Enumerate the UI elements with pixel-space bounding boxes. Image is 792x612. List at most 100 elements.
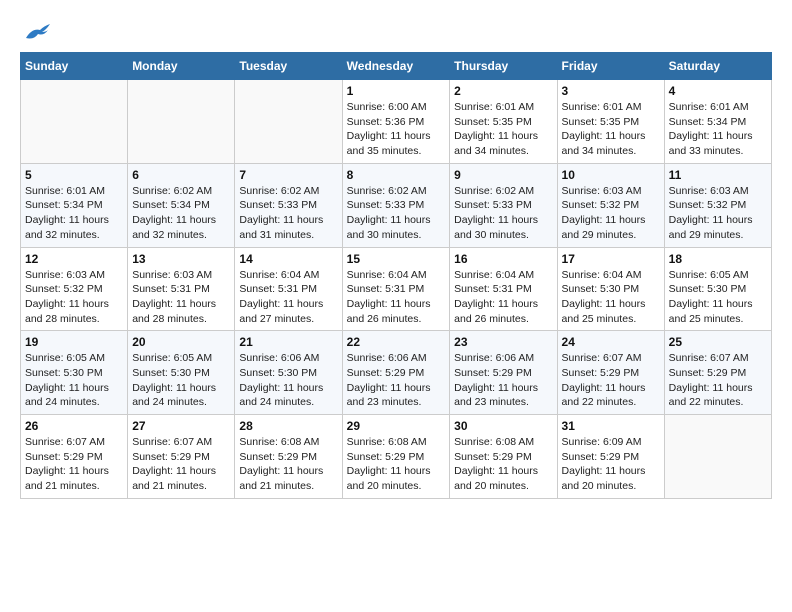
day-info: Sunrise: 6:06 AMSunset: 5:29 PMDaylight:… [454, 351, 552, 410]
day-info: Sunrise: 6:00 AMSunset: 5:36 PMDaylight:… [347, 100, 446, 159]
day-number: 9 [454, 168, 552, 182]
day-info: Sunrise: 6:02 AMSunset: 5:34 PMDaylight:… [132, 184, 230, 243]
calendar-day-cell: 20 Sunrise: 6:05 AMSunset: 5:30 PMDaylig… [128, 331, 235, 415]
day-info: Sunrise: 6:04 AMSunset: 5:30 PMDaylight:… [562, 268, 660, 327]
day-number: 28 [239, 419, 337, 433]
calendar-day-cell: 28 Sunrise: 6:08 AMSunset: 5:29 PMDaylig… [235, 415, 342, 499]
calendar-day-cell: 19 Sunrise: 6:05 AMSunset: 5:30 PMDaylig… [21, 331, 128, 415]
day-info: Sunrise: 6:08 AMSunset: 5:29 PMDaylight:… [239, 435, 337, 494]
day-number: 12 [25, 252, 123, 266]
calendar-day-cell: 13 Sunrise: 6:03 AMSunset: 5:31 PMDaylig… [128, 247, 235, 331]
day-info: Sunrise: 6:06 AMSunset: 5:30 PMDaylight:… [239, 351, 337, 410]
day-info: Sunrise: 6:05 AMSunset: 5:30 PMDaylight:… [669, 268, 767, 327]
day-info: Sunrise: 6:07 AMSunset: 5:29 PMDaylight:… [562, 351, 660, 410]
calendar-day-header: Tuesday [235, 53, 342, 80]
calendar-day-cell: 29 Sunrise: 6:08 AMSunset: 5:29 PMDaylig… [342, 415, 450, 499]
calendar-header-row: SundayMondayTuesdayWednesdayThursdayFrid… [21, 53, 772, 80]
calendar-day-cell: 14 Sunrise: 6:04 AMSunset: 5:31 PMDaylig… [235, 247, 342, 331]
day-number: 21 [239, 335, 337, 349]
calendar-table: SundayMondayTuesdayWednesdayThursdayFrid… [20, 52, 772, 499]
day-number: 3 [562, 84, 660, 98]
calendar-day-header: Monday [128, 53, 235, 80]
day-info: Sunrise: 6:07 AMSunset: 5:29 PMDaylight:… [132, 435, 230, 494]
day-info: Sunrise: 6:03 AMSunset: 5:32 PMDaylight:… [25, 268, 123, 327]
calendar-day-cell [21, 80, 128, 164]
day-info: Sunrise: 6:03 AMSunset: 5:31 PMDaylight:… [132, 268, 230, 327]
calendar-day-cell: 15 Sunrise: 6:04 AMSunset: 5:31 PMDaylig… [342, 247, 450, 331]
day-number: 6 [132, 168, 230, 182]
calendar-day-cell [664, 415, 771, 499]
calendar-day-cell: 8 Sunrise: 6:02 AMSunset: 5:33 PMDayligh… [342, 163, 450, 247]
calendar-day-cell: 6 Sunrise: 6:02 AMSunset: 5:34 PMDayligh… [128, 163, 235, 247]
calendar-day-cell: 5 Sunrise: 6:01 AMSunset: 5:34 PMDayligh… [21, 163, 128, 247]
day-number: 29 [347, 419, 446, 433]
day-info: Sunrise: 6:07 AMSunset: 5:29 PMDaylight:… [25, 435, 123, 494]
day-info: Sunrise: 6:09 AMSunset: 5:29 PMDaylight:… [562, 435, 660, 494]
calendar-day-cell: 22 Sunrise: 6:06 AMSunset: 5:29 PMDaylig… [342, 331, 450, 415]
calendar-day-cell: 21 Sunrise: 6:06 AMSunset: 5:30 PMDaylig… [235, 331, 342, 415]
day-info: Sunrise: 6:04 AMSunset: 5:31 PMDaylight:… [239, 268, 337, 327]
day-number: 2 [454, 84, 552, 98]
day-number: 18 [669, 252, 767, 266]
calendar-day-cell: 27 Sunrise: 6:07 AMSunset: 5:29 PMDaylig… [128, 415, 235, 499]
day-info: Sunrise: 6:05 AMSunset: 5:30 PMDaylight:… [132, 351, 230, 410]
calendar-day-cell: 3 Sunrise: 6:01 AMSunset: 5:35 PMDayligh… [557, 80, 664, 164]
calendar-day-cell: 31 Sunrise: 6:09 AMSunset: 5:29 PMDaylig… [557, 415, 664, 499]
day-number: 5 [25, 168, 123, 182]
calendar-day-cell: 18 Sunrise: 6:05 AMSunset: 5:30 PMDaylig… [664, 247, 771, 331]
day-info: Sunrise: 6:02 AMSunset: 5:33 PMDaylight:… [454, 184, 552, 243]
day-number: 26 [25, 419, 123, 433]
day-number: 15 [347, 252, 446, 266]
day-info: Sunrise: 6:08 AMSunset: 5:29 PMDaylight:… [454, 435, 552, 494]
calendar-day-cell: 17 Sunrise: 6:04 AMSunset: 5:30 PMDaylig… [557, 247, 664, 331]
calendar-day-header: Wednesday [342, 53, 450, 80]
calendar-day-header: Saturday [664, 53, 771, 80]
day-number: 16 [454, 252, 552, 266]
calendar-week-row: 1 Sunrise: 6:00 AMSunset: 5:36 PMDayligh… [21, 80, 772, 164]
day-number: 30 [454, 419, 552, 433]
logo [20, 20, 50, 42]
day-info: Sunrise: 6:02 AMSunset: 5:33 PMDaylight:… [347, 184, 446, 243]
calendar-day-cell: 11 Sunrise: 6:03 AMSunset: 5:32 PMDaylig… [664, 163, 771, 247]
day-info: Sunrise: 6:08 AMSunset: 5:29 PMDaylight:… [347, 435, 446, 494]
day-number: 27 [132, 419, 230, 433]
day-number: 22 [347, 335, 446, 349]
day-info: Sunrise: 6:06 AMSunset: 5:29 PMDaylight:… [347, 351, 446, 410]
day-number: 20 [132, 335, 230, 349]
calendar-week-row: 19 Sunrise: 6:05 AMSunset: 5:30 PMDaylig… [21, 331, 772, 415]
page-header [20, 20, 772, 42]
day-info: Sunrise: 6:03 AMSunset: 5:32 PMDaylight:… [562, 184, 660, 243]
calendar-day-cell: 9 Sunrise: 6:02 AMSunset: 5:33 PMDayligh… [450, 163, 557, 247]
day-number: 7 [239, 168, 337, 182]
calendar-day-header: Thursday [450, 53, 557, 80]
calendar-week-row: 12 Sunrise: 6:03 AMSunset: 5:32 PMDaylig… [21, 247, 772, 331]
calendar-day-cell: 12 Sunrise: 6:03 AMSunset: 5:32 PMDaylig… [21, 247, 128, 331]
calendar-day-cell: 1 Sunrise: 6:00 AMSunset: 5:36 PMDayligh… [342, 80, 450, 164]
calendar-day-cell: 10 Sunrise: 6:03 AMSunset: 5:32 PMDaylig… [557, 163, 664, 247]
calendar-day-cell: 16 Sunrise: 6:04 AMSunset: 5:31 PMDaylig… [450, 247, 557, 331]
day-number: 19 [25, 335, 123, 349]
calendar-week-row: 26 Sunrise: 6:07 AMSunset: 5:29 PMDaylig… [21, 415, 772, 499]
day-number: 11 [669, 168, 767, 182]
calendar-day-cell: 7 Sunrise: 6:02 AMSunset: 5:33 PMDayligh… [235, 163, 342, 247]
calendar-day-cell: 30 Sunrise: 6:08 AMSunset: 5:29 PMDaylig… [450, 415, 557, 499]
day-number: 8 [347, 168, 446, 182]
day-number: 1 [347, 84, 446, 98]
calendar-day-cell: 4 Sunrise: 6:01 AMSunset: 5:34 PMDayligh… [664, 80, 771, 164]
day-number: 31 [562, 419, 660, 433]
day-info: Sunrise: 6:01 AMSunset: 5:34 PMDaylight:… [669, 100, 767, 159]
day-info: Sunrise: 6:01 AMSunset: 5:35 PMDaylight:… [562, 100, 660, 159]
day-number: 25 [669, 335, 767, 349]
calendar-day-cell: 23 Sunrise: 6:06 AMSunset: 5:29 PMDaylig… [450, 331, 557, 415]
calendar-day-cell [235, 80, 342, 164]
day-number: 14 [239, 252, 337, 266]
day-number: 13 [132, 252, 230, 266]
calendar-day-cell: 2 Sunrise: 6:01 AMSunset: 5:35 PMDayligh… [450, 80, 557, 164]
day-info: Sunrise: 6:03 AMSunset: 5:32 PMDaylight:… [669, 184, 767, 243]
day-number: 10 [562, 168, 660, 182]
day-info: Sunrise: 6:05 AMSunset: 5:30 PMDaylight:… [25, 351, 123, 410]
day-info: Sunrise: 6:04 AMSunset: 5:31 PMDaylight:… [454, 268, 552, 327]
calendar-day-cell [128, 80, 235, 164]
day-number: 23 [454, 335, 552, 349]
calendar-day-cell: 26 Sunrise: 6:07 AMSunset: 5:29 PMDaylig… [21, 415, 128, 499]
